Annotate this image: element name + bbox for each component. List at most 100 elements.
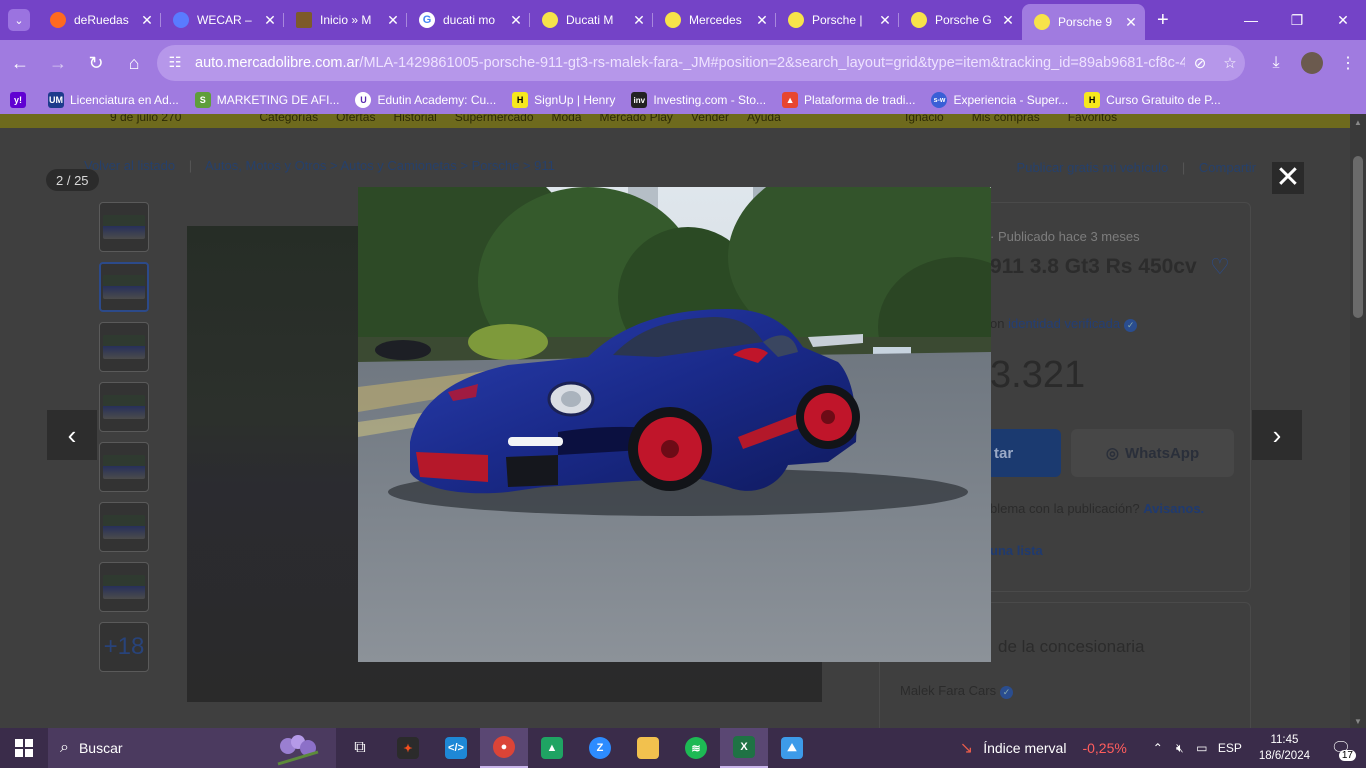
bookmark-item[interactable]: H Curso Gratuito de P... [1084,92,1221,108]
minimize-icon[interactable]: — [1228,0,1274,40]
download-icon[interactable]: ⤓ [1258,45,1294,81]
bookmark-item[interactable]: UM Licenciatura en Ad... [48,92,179,108]
forward-icon[interactable]: → [40,45,76,81]
next-photo-button[interactable]: › [1252,410,1302,460]
page-scrollbar[interactable]: ▲ ▼ [1350,114,1366,728]
share-link[interactable]: Compartir [1199,160,1256,175]
restore-icon[interactable]: ❐ [1274,0,1320,40]
browser-tab[interactable]: Ducati M ✕ [530,4,653,36]
eye-off-icon[interactable]: ⊘ [1185,54,1215,72]
profile-avatar[interactable] [1301,52,1323,74]
zoom-icon[interactable]: Z [576,728,624,768]
notifications-icon[interactable]: 🗨︎ 17 [1326,733,1356,763]
thumbnail[interactable] [99,202,149,252]
nav-link[interactable]: Moda [552,114,582,124]
shopify-icon: S [194,92,211,108]
close-window-icon[interactable]: ✕ [1320,0,1366,40]
close-tab-icon[interactable]: ✕ [877,12,893,29]
verified-identity-link[interactable]: identidad verificada [1008,316,1120,331]
thumbnail[interactable] [99,442,149,492]
whatsapp-button[interactable]: ◎ WhatsApp [1071,429,1234,477]
location-link[interactable]: 9 de julio 270 [110,114,181,124]
bookmark-item[interactable]: H SignUp | Henry [512,92,615,108]
taskbar-search-input[interactable]: ⌕ Buscar [48,728,336,768]
nav-link[interactable]: Ofertas [336,114,375,124]
back-icon[interactable]: ← [2,45,38,81]
spotify-icon[interactable]: ≋ [672,728,720,768]
figma-icon[interactable]: ✦ [384,728,432,768]
windows-start-icon[interactable] [0,728,48,768]
report-link[interactable]: Avisanos. [1143,501,1204,516]
bookmark-item[interactable]: inv Investing.com - Sto... [631,92,766,108]
new-tab-icon[interactable]: + [1157,9,1177,32]
nav-link[interactable]: Vender [691,114,729,124]
excel-icon[interactable]: X [720,728,768,768]
chrome-icon[interactable]: ● [480,728,528,768]
user-menu[interactable]: Ignacio [905,114,944,124]
browser-tab[interactable]: Porsche | ✕ [776,4,899,36]
more-photos-button[interactable]: +18 [99,622,149,672]
nav-link[interactable]: Categorías [259,114,318,124]
close-tab-icon[interactable]: ✕ [262,12,278,29]
bookmark-item[interactable]: y! [10,92,32,108]
favorite-heart-icon[interactable]: ♡ [1210,254,1230,280]
browser-tab[interactable]: Porsche G ✕ [899,4,1022,36]
thumbnail[interactable] [99,382,149,432]
browser-tab[interactable]: deRuedas ✕ [38,4,161,36]
chevron-up-icon[interactable]: ⌃ [1147,741,1169,755]
close-tab-icon[interactable]: ✕ [631,12,647,29]
nav-link[interactable]: Supermercado [455,114,534,124]
close-tab-icon[interactable]: ✕ [385,12,401,29]
nav-link[interactable]: Historial [393,114,436,124]
nav-link[interactable]: Favoritos [1068,114,1117,124]
browser-tab-active[interactable]: Porsche 9 ✕ [1022,4,1145,40]
bookmark-star-icon[interactable]: ☆ [1215,54,1245,72]
browser-tab[interactable]: Inicio » M ✕ [284,4,407,36]
address-bar[interactable]: ☷ auto.mercadolibre.com.ar/MLA-142986100… [157,45,1245,81]
bookmark-item[interactable]: s-w Experiencia - Super... [931,92,1068,108]
speaker-muted-icon[interactable]: 🔇︎ [1169,741,1191,756]
kebab-menu-icon[interactable]: ⋮ [1330,45,1366,81]
contact-button[interactable]: tar [990,429,1061,477]
browser-tab[interactable]: WECAR – ✕ [161,4,284,36]
thumbnail[interactable] [99,322,149,372]
nav-link[interactable]: Ayuda [747,114,781,124]
close-tab-icon[interactable]: ✕ [754,12,770,29]
previous-photo-button[interactable]: ‹ [47,410,97,460]
close-tab-icon[interactable]: ✕ [139,12,155,29]
url-host: auto.mercadolibre.com.ar [195,55,360,71]
task-view-icon[interactable]: ⧉ [336,728,384,768]
nav-link[interactable]: Mis compras [972,114,1040,124]
browser-tab[interactable]: Gducati mo ✕ [407,4,530,36]
tab-search-icon[interactable]: ⌄ [8,9,30,31]
battery-icon[interactable]: ▭ [1191,741,1213,755]
stock-widget[interactable]: ↘ Índice merval -0,25% [960,738,1127,758]
breadcrumb-path[interactable]: Autos, Motos y Otros > Autos y Camioneta… [205,158,555,173]
windows-taskbar: ⌕ Buscar ⧉ ✦ </> ● ▲ Z ≋ X ⛰ ↘ Índice me… [0,728,1366,768]
close-tab-icon[interactable]: ✕ [1000,12,1016,29]
reload-icon[interactable]: ↻ [78,45,114,81]
clock[interactable]: 11:45 18/6/2024 [1259,732,1310,764]
file-explorer-icon[interactable] [624,728,672,768]
thumbnail[interactable] [99,502,149,552]
browser-tab[interactable]: Mercedes ✕ [653,4,776,36]
google-drive-icon[interactable]: ▲ [528,728,576,768]
dealer-name[interactable]: Malek Fara Cars [900,683,996,698]
close-tab-icon[interactable]: ✕ [508,12,524,29]
add-to-list-link[interactable]: una lista [990,543,1043,558]
language-indicator[interactable]: ESP [1213,741,1247,755]
bookmark-item[interactable]: ▲ Plataforma de tradi... [782,92,915,108]
close-tab-icon[interactable]: ✕ [1123,14,1139,31]
close-viewer-button[interactable]: ✕ [1272,162,1304,194]
thumbnail[interactable] [99,562,149,612]
nav-link[interactable]: Mercado Play [600,114,673,124]
publish-link[interactable]: Publicar gratis mi vehículo [1017,160,1169,175]
vscode-icon[interactable]: </> [432,728,480,768]
thumbnail-selected[interactable] [99,262,149,312]
back-to-list-link[interactable]: Volver al listado [84,158,175,173]
bookmark-item[interactable]: S MARKETING DE AFI... [194,92,339,108]
bookmark-item[interactable]: U Edutin Academy: Cu... [355,92,496,108]
site-info-icon[interactable]: ☷ [167,55,183,71]
home-icon[interactable]: ⌂ [116,45,152,81]
photos-icon[interactable]: ⛰ [768,728,816,768]
